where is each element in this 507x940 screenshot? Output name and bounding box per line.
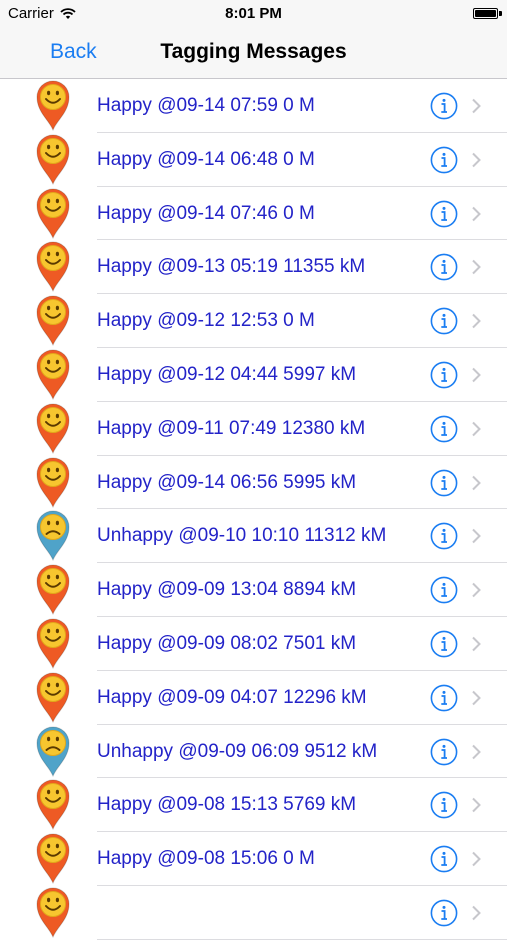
message-label: Happy @09-13 05:19 11355 kM (97, 256, 366, 278)
message-label: Happy @09-08 15:06 0 M (97, 848, 315, 870)
message-list[interactable]: Happy @09-14 07:59 0 M Happy @09-14 06:48… (0, 79, 507, 940)
happy-pin-icon (36, 672, 70, 723)
happy-pin-icon (36, 887, 70, 938)
info-button[interactable] (430, 200, 458, 228)
info-button[interactable] (430, 738, 458, 766)
info-button[interactable] (430, 684, 458, 712)
chevron-right-icon (472, 367, 481, 383)
list-item[interactable]: Happy @09-14 06:56 5995 kM (0, 456, 507, 510)
info-button[interactable] (430, 92, 458, 120)
message-label: Unhappy @09-09 06:09 9512 kM (97, 740, 378, 762)
chevron-right-icon (472, 206, 481, 221)
info-button[interactable] (430, 791, 458, 819)
battery-tip (499, 11, 502, 16)
info-button[interactable] (430, 630, 458, 658)
happy-pin-icon (36, 188, 70, 239)
info-button[interactable] (430, 899, 458, 927)
info-button[interactable] (430, 522, 458, 550)
list-item[interactable]: Happy @09-14 07:59 0 M (0, 79, 507, 133)
message-label: Unhappy @09-10 10:10 11312 kM (97, 525, 387, 547)
happy-pin-icon (36, 80, 70, 131)
list-item[interactable]: Happy @09-12 04:44 5997 kM (0, 348, 507, 402)
info-button[interactable] (430, 253, 458, 281)
list-item[interactable]: Unhappy @09-09 06:09 9512 kM (0, 725, 507, 779)
chevron-right-icon (472, 475, 481, 490)
message-label: Happy @09-14 07:46 0 M (97, 202, 315, 224)
message-label: Happy @09-12 12:53 0 M (97, 310, 315, 332)
chevron-right-icon (472, 690, 481, 705)
message-label: Happy @09-09 13:04 8894 kM (97, 579, 357, 601)
message-label: Happy @09-14 07:59 0 M (97, 95, 315, 116)
message-label: Happy @09-14 06:56 5995 kM (97, 471, 357, 493)
chevron-right-icon (472, 744, 481, 759)
message-label: Happy @09-09 08:02 7501 kM (97, 632, 357, 654)
list-item[interactable]: Happy @09-09 13:04 8894 kM (0, 563, 507, 617)
chevron-right-icon (472, 260, 481, 275)
list-item[interactable]: Happy @09-08 15:13 5769 kM (0, 778, 507, 832)
list-item[interactable]: Happy @09-12 12:53 0 M (0, 294, 507, 348)
info-button[interactable] (430, 845, 458, 873)
happy-pin-icon (36, 295, 70, 347)
message-label: Happy @09-11 07:49 12380 kM (97, 417, 366, 439)
list-item[interactable] (0, 886, 507, 940)
info-button[interactable] (430, 146, 458, 174)
list-item[interactable]: Happy @09-13 05:19 11355 kM (0, 240, 507, 294)
list-item[interactable]: Happy @09-08 15:06 0 M (0, 832, 507, 886)
message-label: Happy @09-08 15:13 5769 kM (97, 794, 357, 816)
chevron-right-icon (472, 636, 481, 652)
list-item[interactable]: Happy @09-09 04:07 12296 kM (0, 671, 507, 725)
list-item[interactable]: Happy @09-09 08:02 7501 kM (0, 617, 507, 671)
happy-pin-icon (36, 564, 70, 616)
navigation-bar: Back Tagging Messages (0, 30, 507, 79)
status-bar: Carrier 8:01 PM (0, 0, 507, 30)
info-button[interactable] (430, 415, 458, 443)
chevron-right-icon (472, 98, 481, 114)
chevron-right-icon (472, 421, 481, 436)
unhappy-pin-icon (36, 726, 70, 777)
happy-pin-icon (36, 618, 70, 669)
unhappy-pin-icon (36, 510, 70, 562)
list-item[interactable]: Unhappy @09-10 10:10 11312 kM (0, 509, 507, 563)
status-time: 8:01 PM (225, 5, 282, 22)
back-button[interactable]: Back (50, 40, 97, 64)
chevron-right-icon (472, 152, 481, 168)
list-item[interactable]: Happy @09-11 07:49 12380 kM (0, 402, 507, 456)
happy-pin-icon (36, 403, 70, 454)
happy-pin-icon (36, 779, 70, 831)
info-button[interactable] (430, 576, 458, 604)
happy-pin-icon (36, 833, 70, 885)
battery-icon (473, 8, 498, 19)
chevron-right-icon (472, 798, 481, 813)
chevron-right-icon (472, 313, 481, 329)
chevron-right-icon (472, 905, 481, 921)
info-button[interactable] (430, 469, 458, 497)
message-label: Happy @09-09 04:07 12296 kM (97, 686, 367, 708)
chevron-right-icon (472, 582, 481, 598)
chevron-right-icon (472, 529, 481, 544)
list-item[interactable]: Happy @09-14 07:46 0 M (0, 187, 507, 241)
message-label: Happy @09-12 04:44 5997 kM (97, 363, 357, 385)
chevron-right-icon (472, 851, 481, 867)
happy-pin-icon (36, 457, 70, 508)
list-item[interactable]: Happy @09-14 06:48 0 M (0, 133, 507, 187)
happy-pin-icon (36, 349, 70, 400)
happy-pin-icon (36, 134, 70, 185)
info-button[interactable] (430, 307, 458, 335)
happy-pin-icon (36, 241, 70, 293)
info-button[interactable] (430, 361, 458, 389)
message-label: Happy @09-14 06:48 0 M (97, 148, 315, 170)
